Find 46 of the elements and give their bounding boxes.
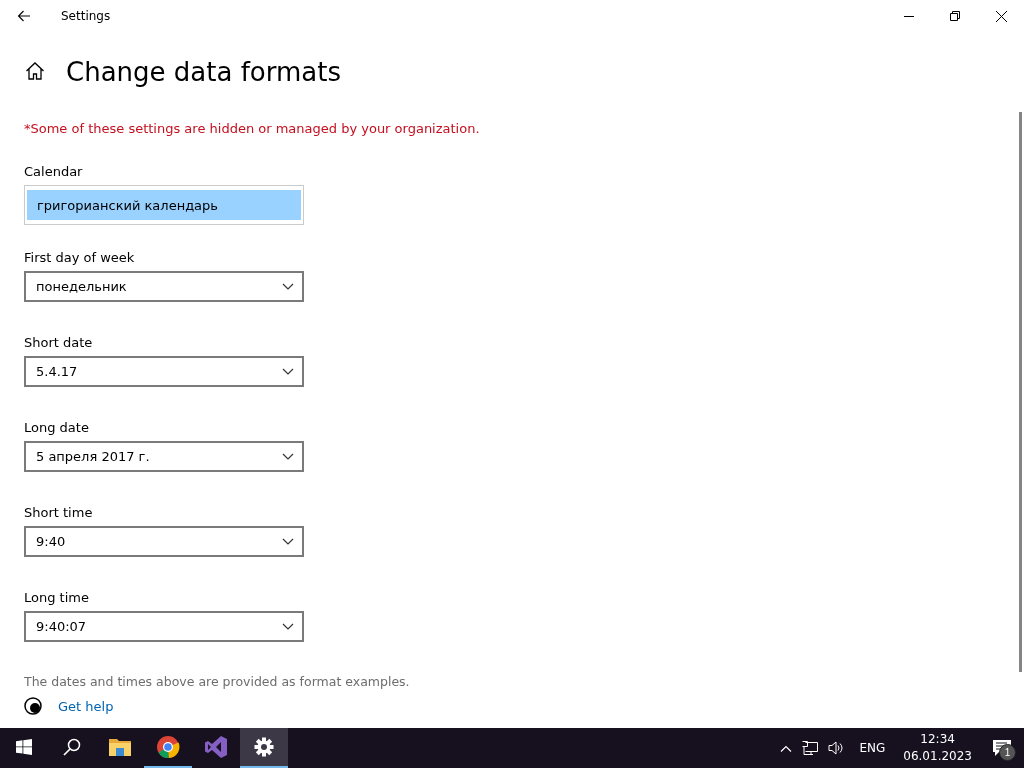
chevron-icon	[282, 368, 294, 375]
browser-icon	[156, 735, 180, 759]
page-title: Change data formats	[66, 57, 341, 87]
chevron-icon	[282, 623, 294, 630]
clock-time[interactable]: 12:34	[920, 731, 955, 748]
dropdown[interactable]: 5.4.17	[24, 356, 304, 387]
taskbar-button[interactable]	[240, 728, 288, 768]
policy-notice: *Some of these settings are hidden or managed by your organization.	[24, 121, 481, 136]
language-indicator[interactable]: ENG	[849, 741, 896, 755]
field-label: Short date	[24, 335, 94, 350]
dropdown[interactable]: понедельник	[24, 271, 304, 302]
minimize-icon	[904, 15, 914, 17]
chevron-icon	[282, 538, 294, 545]
scrollbar[interactable]	[1019, 112, 1022, 672]
settings-icon	[254, 737, 274, 757]
infinity-ribbon-icon	[204, 735, 228, 759]
notifications-button[interactable]: 1	[980, 728, 1024, 768]
dropdown[interactable]: 9:40	[24, 526, 304, 557]
field-value: григорианский календарь	[37, 197, 218, 213]
footnote: The dates and times above are provided as format examples.	[24, 674, 411, 689]
windows-icon	[16, 739, 32, 755]
chevron-icon	[282, 453, 294, 460]
close-icon	[995, 10, 1007, 22]
dropdown[interactable]: 5 апреля 2017 г.	[24, 441, 304, 472]
network-icon	[802, 741, 819, 755]
notification-count: 1	[999, 744, 1016, 761]
window-title: Settings	[61, 9, 112, 23]
search-icon	[63, 738, 81, 756]
back-icon	[17, 10, 31, 22]
chevron-icon	[282, 283, 294, 290]
field-label: First day of week	[24, 250, 136, 265]
help-icon	[24, 697, 42, 715]
caret-icon	[780, 744, 793, 752]
home-button[interactable]	[24, 61, 46, 83]
home-icon	[25, 61, 45, 81]
help-link[interactable]: Get help	[58, 698, 114, 714]
field-label: Long date	[24, 420, 90, 435]
calendar-field[interactable]: григорианский календарь	[24, 185, 304, 225]
folder-icon	[109, 738, 131, 756]
field-label: Calendar	[24, 164, 84, 179]
clock-date[interactable]: 06.01.2023	[903, 748, 972, 765]
speaker-icon	[828, 741, 845, 755]
field-label: Long time	[24, 590, 90, 605]
field-label: Short time	[24, 505, 94, 520]
restore-icon	[950, 11, 960, 21]
dropdown[interactable]: 9:40:07	[24, 611, 304, 642]
